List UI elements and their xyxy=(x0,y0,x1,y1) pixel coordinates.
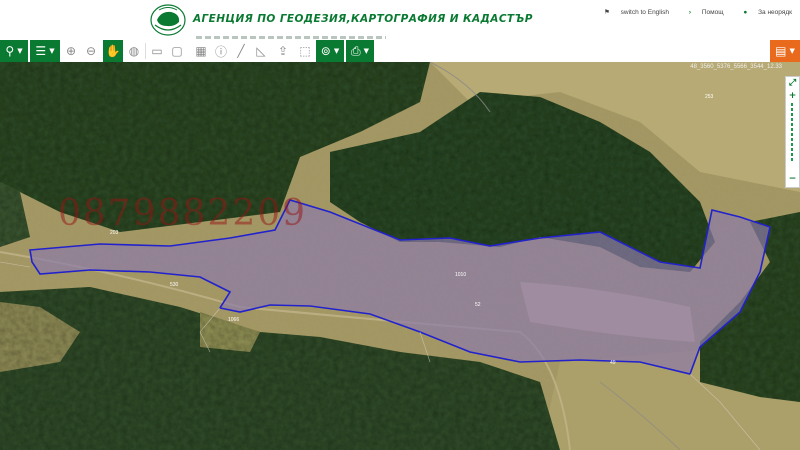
chevron-down-icon: ▼ xyxy=(333,47,340,55)
upload-icon: ⇪ xyxy=(277,44,289,58)
agency-title: АГЕНЦИЯ ПО ГЕОДЕЗИЯ,КАРТОГРАФИЯ И КАДАСТ… xyxy=(193,13,533,25)
print-icon: ⎙ xyxy=(351,43,361,58)
agency-logo xyxy=(149,3,187,39)
location-button[interactable]: ⊚ ▼ xyxy=(316,40,344,62)
parcel-label: 1010 xyxy=(455,272,467,278)
pan-hand-icon: ✋ xyxy=(105,44,121,58)
info-icon: ⓘ xyxy=(214,44,227,59)
screen-button[interactable]: ▢ xyxy=(168,40,186,62)
switch-english-link[interactable]: ⚑ switch to English xyxy=(595,9,669,16)
expand-icon[interactable]: ⤢ xyxy=(786,77,799,88)
chevron-down-icon: ▼ xyxy=(363,47,369,55)
report-link[interactable]: ● За неорядк xyxy=(734,9,792,16)
toolbar-divider xyxy=(145,43,146,59)
search-button[interactable]: ⚲ ▼ xyxy=(0,40,28,62)
parcel-label: 253 xyxy=(705,94,714,100)
coordinates-readout: 48_3560_5376_5566_3544_12.33 xyxy=(690,64,782,70)
chevron-down-icon: ▼ xyxy=(17,47,23,55)
zoom-plus-button[interactable]: + xyxy=(786,90,799,101)
header: АГЕНЦИЯ ПО ГЕОДЕЗИЯ,КАРТОГРАФИЯ И КАДАСТ… xyxy=(0,0,800,40)
zoom-out-icon: ⊖ xyxy=(85,44,97,58)
measure-line-button[interactable]: ╱ xyxy=(232,40,250,62)
toolbar: ⚲ ▼ ☰ ▼ ⊕ ⊖ ✋ ◍ ▭ ▢ ▦ ⓘ ╱ ◺ ⇪ ⬚ ⊚ ▼ ⎙ ▼ ▤ ▼ xyxy=(0,40,800,63)
zoom-minus-button[interactable]: − xyxy=(786,173,799,184)
flag-icon: ⚑ xyxy=(604,9,612,16)
rectangle-select-button[interactable]: ▭ xyxy=(148,40,166,62)
zoom-out-button[interactable]: ⊖ xyxy=(82,40,100,62)
zoom-in-icon: ⊕ xyxy=(65,44,77,58)
measure-area-button[interactable]: ◺ xyxy=(252,40,270,62)
layers-button[interactable]: ☰ ▼ xyxy=(30,40,60,62)
print-button[interactable]: ⎙ ▼ xyxy=(346,40,374,62)
upload-button[interactable]: ⇪ xyxy=(274,40,292,62)
chevron-down-icon: ▼ xyxy=(789,47,795,55)
parcel-label: 530 xyxy=(170,282,179,288)
parcel-label: 203 xyxy=(110,230,119,236)
menu-button[interactable]: ▤ ▼ xyxy=(770,40,800,62)
rectangle-select-icon: ▭ xyxy=(151,44,163,58)
parcel-label: 1066 xyxy=(228,317,240,323)
select-icon: ⬚ xyxy=(299,44,311,58)
menu-icon: ▤ xyxy=(775,44,787,58)
zoom-slider[interactable]: ⤢ + − xyxy=(785,76,800,188)
search-icon: ⚲ xyxy=(5,44,15,58)
satellite-map[interactable]: 0879882209 48_3560_5376_5566_3544_12.33 … xyxy=(0,62,800,450)
phone-watermark: 0879882209 xyxy=(58,193,308,234)
pan-button[interactable]: ✋ xyxy=(103,40,123,62)
measure-line-icon: ╱ xyxy=(237,44,245,58)
chevron-down-icon: ▼ xyxy=(49,47,55,55)
screen-icon: ▢ xyxy=(171,44,183,58)
table-icon: ▦ xyxy=(195,44,207,58)
info-button[interactable]: ⓘ xyxy=(212,40,230,62)
chevron-icon: › xyxy=(688,9,693,16)
dot-icon: ● xyxy=(743,9,750,16)
table-button[interactable]: ▦ xyxy=(192,40,210,62)
globe-icon: ◍ xyxy=(128,44,140,58)
select-button[interactable]: ⬚ xyxy=(296,40,314,62)
map-imagery xyxy=(0,62,800,450)
help-link[interactable]: › Помощ xyxy=(680,9,724,16)
header-links: ⚑ switch to English › Помощ ● За неорядк xyxy=(586,8,792,16)
zoom-track[interactable] xyxy=(791,103,793,161)
measure-area-icon: ◺ xyxy=(256,44,266,58)
agency-subtitle-line xyxy=(196,36,386,39)
globe-button[interactable]: ◍ xyxy=(125,40,143,62)
zoom-in-button[interactable]: ⊕ xyxy=(62,40,80,62)
location-icon: ⊚ xyxy=(320,44,331,58)
parcel-label: 49 xyxy=(610,360,616,366)
parcel-label: 52 xyxy=(475,302,481,308)
layers-icon: ☰ xyxy=(35,44,47,58)
